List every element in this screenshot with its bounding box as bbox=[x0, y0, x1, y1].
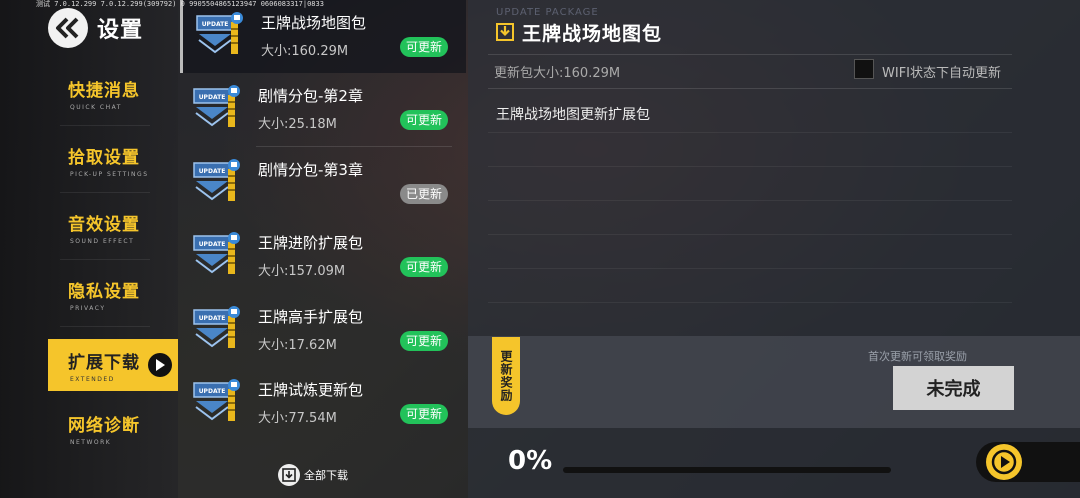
download-icon bbox=[496, 23, 514, 41]
nav-sublabel: NETWORK bbox=[70, 438, 112, 446]
svg-text:UPDATE: UPDATE bbox=[199, 168, 226, 175]
package-detail-panel: UPDATE PACKAGE 王牌战场地图包 更新包大小:160.29M WIF… bbox=[468, 0, 1080, 498]
detail-size: 更新包大小:160.29M bbox=[494, 66, 621, 81]
update-package-icon: UPDATE bbox=[193, 379, 240, 421]
package-item[interactable]: UPDATE 王牌高手扩展包 大小:17.62M 可更新 bbox=[180, 294, 466, 367]
package-item[interactable]: UPDATE 剧情分包-第3章 已更新 bbox=[180, 147, 466, 220]
reward-hint: 首次更新可领取奖励 bbox=[868, 350, 967, 363]
claim-reward-button[interactable]: 未完成 bbox=[893, 366, 1014, 410]
settings-sidebar: 设置 快捷消息 QUICK CHAT 拾取设置 PICK-UP SETTINGS… bbox=[0, 0, 178, 498]
svg-text:UPDATE: UPDATE bbox=[199, 94, 226, 101]
progress-bar bbox=[563, 467, 891, 473]
svg-text:UPDATE: UPDATE bbox=[202, 21, 229, 28]
package-name: 王牌进阶扩展包 bbox=[258, 234, 364, 252]
nav-item-quick-chat[interactable]: 快捷消息 QUICK CHAT bbox=[48, 67, 178, 119]
package-name: 王牌战场地图包 bbox=[261, 14, 367, 32]
chevron-right-icon bbox=[148, 353, 172, 377]
detail-title: 王牌战场地图包 bbox=[522, 23, 663, 45]
update-package-icon: UPDATE bbox=[193, 306, 240, 348]
nav-label: 拾取设置 bbox=[68, 147, 140, 168]
package-size: 大小:157.09M bbox=[258, 264, 346, 279]
divider bbox=[60, 326, 150, 327]
wifi-auto-update-label: WIFI状态下自动更新 bbox=[882, 66, 1001, 81]
package-size: 大小:17.62M bbox=[258, 338, 337, 353]
package-list: UPDATE 王牌战场地图包 大小:160.29M 可更新 UPDATE 剧情分… bbox=[178, 0, 468, 498]
nav-item-extended-download[interactable]: 扩展下载 EXTENDED bbox=[48, 339, 178, 391]
package-name: 王牌高手扩展包 bbox=[258, 308, 364, 326]
divider bbox=[488, 234, 1012, 235]
debug-version-text: 测试 7.0.12.299 7.0.12.299(309792) 0 99055… bbox=[36, 0, 324, 8]
nav-label: 扩展下载 bbox=[68, 352, 140, 373]
nav-sublabel: SOUND EFFECT bbox=[70, 237, 135, 245]
status-badge: 已更新 bbox=[399, 184, 448, 204]
status-badge: 可更新 bbox=[399, 404, 448, 424]
nav-sublabel: PRIVACY bbox=[70, 304, 106, 312]
detail-description: 王牌战场地图更新扩展包 bbox=[496, 107, 650, 123]
reward-tag-label: 更新奖励 bbox=[499, 350, 513, 402]
divider bbox=[488, 302, 1012, 303]
update-package-icon: UPDATE bbox=[196, 12, 243, 54]
package-item[interactable]: UPDATE 王牌战场地图包 大小:160.29M 可更新 bbox=[180, 0, 466, 73]
package-name: 剧情分包-第3章 bbox=[258, 161, 363, 179]
package-name: 剧情分包-第2章 bbox=[258, 87, 363, 105]
update-package-icon: UPDATE bbox=[193, 85, 240, 127]
divider bbox=[488, 54, 1012, 55]
back-chevron-icon bbox=[56, 17, 79, 39]
package-item[interactable]: UPDATE 剧情分包-第2章 大小:25.18M 可更新 bbox=[180, 73, 466, 146]
divider bbox=[60, 192, 150, 193]
package-name: 王牌试炼更新包 bbox=[258, 381, 364, 399]
nav-label: 隐私设置 bbox=[68, 281, 140, 302]
update-package-icon: UPDATE bbox=[193, 232, 240, 274]
download-icon bbox=[278, 464, 300, 486]
svg-text:UPDATE: UPDATE bbox=[199, 388, 226, 395]
package-size: 大小:77.54M bbox=[258, 411, 337, 426]
divider bbox=[488, 88, 1012, 89]
nav-label: 快捷消息 bbox=[68, 80, 140, 101]
svg-text:UPDATE: UPDATE bbox=[199, 241, 226, 248]
package-size: 大小:160.29M bbox=[261, 44, 349, 59]
back-button[interactable] bbox=[48, 8, 88, 48]
reward-tag: 更新奖励 bbox=[492, 337, 520, 415]
status-badge: 可更新 bbox=[399, 110, 448, 130]
status-badge: 可更新 bbox=[399, 37, 448, 57]
package-item[interactable]: UPDATE 王牌进阶扩展包 大小:157.09M 可更新 bbox=[180, 220, 466, 293]
download-all-label: 全部下载 bbox=[304, 469, 348, 482]
progress-percent: 0% bbox=[508, 446, 553, 476]
nav-sublabel: QUICK CHAT bbox=[70, 103, 122, 111]
divider bbox=[488, 166, 1012, 167]
nav-item-sound-effect[interactable]: 音效设置 SOUND EFFECT bbox=[48, 201, 178, 253]
start-download-button[interactable] bbox=[976, 442, 1080, 482]
divider bbox=[60, 259, 150, 260]
divider bbox=[60, 125, 150, 126]
play-icon bbox=[986, 444, 1022, 480]
divider bbox=[488, 132, 1012, 133]
divider bbox=[488, 268, 1012, 269]
package-item[interactable]: UPDATE 王牌试炼更新包 大小:77.54M 可更新 bbox=[180, 367, 466, 440]
nav-item-privacy[interactable]: 隐私设置 PRIVACY bbox=[48, 268, 178, 320]
nav-sublabel: PICK-UP SETTINGS bbox=[70, 170, 149, 178]
page-title: 设置 bbox=[97, 18, 144, 43]
wifi-auto-update-checkbox[interactable] bbox=[854, 59, 874, 79]
status-badge: 可更新 bbox=[399, 331, 448, 351]
nav-label: 网络诊断 bbox=[68, 415, 140, 436]
detail-eyebrow: UPDATE PACKAGE bbox=[496, 7, 599, 18]
divider bbox=[488, 200, 1012, 201]
nav-item-pickup-settings[interactable]: 拾取设置 PICK-UP SETTINGS bbox=[48, 134, 178, 186]
svg-text:UPDATE: UPDATE bbox=[199, 315, 226, 322]
package-size: 大小:25.18M bbox=[258, 117, 337, 132]
nav-item-network[interactable]: 网络诊断 NETWORK bbox=[48, 402, 178, 454]
nav-sublabel: EXTENDED bbox=[70, 375, 115, 383]
nav-label: 音效设置 bbox=[68, 214, 140, 235]
update-package-icon: UPDATE bbox=[193, 159, 240, 201]
download-all-button[interactable]: 全部下载 bbox=[278, 462, 348, 488]
status-badge: 可更新 bbox=[399, 257, 448, 277]
